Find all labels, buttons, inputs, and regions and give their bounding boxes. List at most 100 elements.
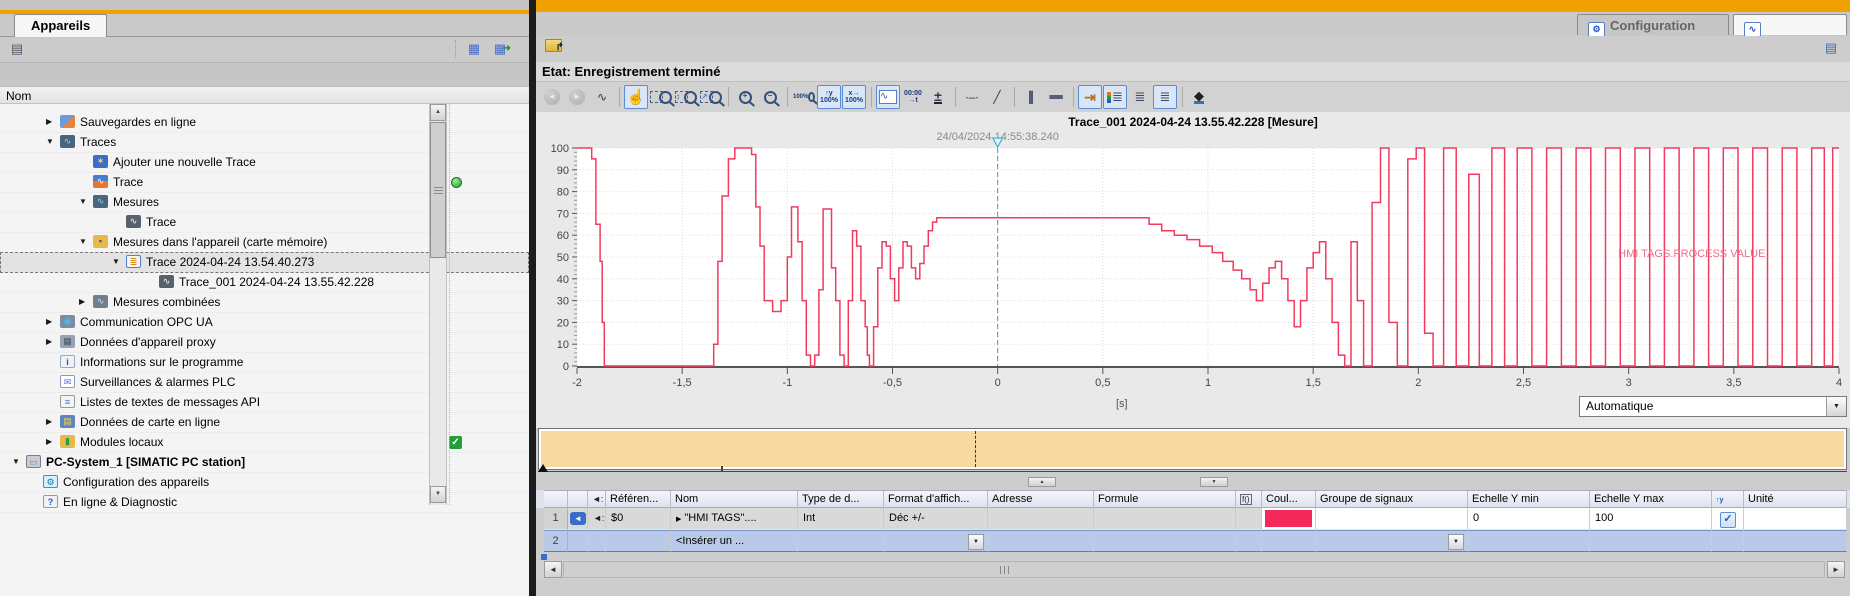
cell-num[interactable]: 1 (544, 508, 568, 530)
column-header-num[interactable] (544, 490, 568, 508)
expander-closed-icon[interactable]: ▶ (46, 117, 52, 126)
back-button[interactable]: ◄ (540, 85, 564, 109)
panel-divider[interactable] (529, 0, 536, 596)
chart-cursor-button[interactable]: ∿ (590, 85, 614, 109)
table-horizontal-scrollbar[interactable]: ◄ ► (536, 560, 1850, 579)
autoscale-checkbox[interactable]: ✓ (1720, 512, 1736, 528)
expander-open-icon[interactable]: ▼ (12, 457, 20, 466)
trace-overview-bar[interactable] (538, 428, 1847, 470)
samples-display-button[interactable]: ∙–∙ (960, 85, 984, 109)
expander-closed-icon[interactable]: ▶ (46, 437, 52, 446)
expander-open-icon[interactable]: ▼ (112, 257, 120, 266)
expander-closed-icon[interactable]: ▶ (46, 337, 52, 346)
legend-align-left-button[interactable]: ≣ (1128, 85, 1152, 109)
cell-ymin[interactable]: 0 (1468, 508, 1590, 530)
cell-num[interactable]: 2 (544, 530, 568, 552)
signal-color-swatch[interactable] (1265, 510, 1312, 527)
trace-plot[interactable]: 0102030405060708090100-2-1,5-1-0,500,511… (536, 136, 1850, 394)
cell-ymax[interactable] (1590, 530, 1712, 552)
cell-spk[interactable]: ◄: (588, 508, 606, 530)
legend-position-button[interactable]: ⇥ (1078, 85, 1102, 109)
cell-fx[interactable] (1236, 530, 1262, 552)
column-header-groupe[interactable]: Groupe de signaux (1316, 490, 1468, 508)
column-header-formule[interactable]: Formule (1094, 490, 1236, 508)
signal-overview-button[interactable]: ∿ (876, 85, 900, 109)
table-row-1[interactable]: 1◄◄:$0▶"HMI TAGS"....IntDéc +/-0100✓ (536, 508, 1850, 530)
column-header-ref[interactable]: Référen... (606, 490, 671, 508)
scroll-left-button[interactable]: ◄ (544, 561, 562, 578)
scrollbar-track[interactable] (563, 561, 1825, 578)
legend-align-right-button[interactable]: ≣ (1153, 85, 1177, 109)
panel-settings-icon[interactable]: ▤ (1820, 37, 1842, 59)
table-row-2[interactable]: 2 <Insérer un ... ▼ ▼ (536, 530, 1850, 552)
splitter-up-button[interactable]: ▲ (1028, 477, 1056, 487)
cell-chk[interactable]: ✓ (1712, 508, 1744, 530)
time-reference-button[interactable]: 00:00→t (901, 85, 925, 109)
cell-adresse[interactable] (988, 530, 1094, 552)
column-header-ymax[interactable]: Echelle Y max (1590, 490, 1712, 508)
overview-start-marker[interactable] (538, 464, 548, 472)
pan-button[interactable]: ☝ (624, 85, 648, 109)
cell-nom[interactable]: <Insérer un ... (671, 530, 798, 552)
cell-ref[interactable] (606, 530, 671, 552)
zoom-area-button[interactable] (649, 85, 673, 109)
cell-tag[interactable] (568, 530, 588, 552)
column-header-type[interactable]: Type de d... (798, 490, 884, 508)
cell-groupe[interactable] (1316, 508, 1468, 530)
splitter-down-button[interactable]: ▼ (1200, 477, 1228, 487)
zoom-100-button[interactable]: 100% (792, 85, 816, 109)
tab-configuration[interactable]: ⚙Configuration (1577, 14, 1729, 35)
cell-spk[interactable] (588, 530, 606, 552)
time-offset-button[interactable]: ± (926, 85, 950, 109)
tree-vertical-scrollbar[interactable]: ▲ ▼ (429, 104, 447, 505)
column-header-ymin[interactable]: Echelle Y min (1468, 490, 1590, 508)
cell-unite[interactable] (1744, 530, 1847, 552)
scale-y-100-button[interactable]: ↑y100% (817, 85, 841, 109)
chevron-down-icon[interactable]: ▼ (1826, 397, 1846, 416)
legend-list-button[interactable]: ≣ (1103, 85, 1127, 109)
column-header-unite[interactable]: Unité (1744, 490, 1847, 508)
cell-format[interactable]: ▼ (884, 530, 988, 552)
cell-formule[interactable] (1094, 530, 1236, 552)
zoom-in-button[interactable]: + (733, 85, 757, 109)
chevron-down-icon[interactable]: ▼ (1448, 534, 1464, 550)
background-color-button[interactable]: ◆ (1187, 85, 1211, 109)
column-header-tag[interactable] (568, 490, 588, 508)
cursor-marker-icon[interactable] (993, 138, 1003, 147)
export-table-icon[interactable]: ▦➜ (489, 38, 511, 60)
export-measurement-icon[interactable]: ↱ (542, 37, 564, 59)
table-view-icon[interactable]: ▦ (463, 38, 485, 60)
tree-column-header-nom[interactable]: Nom (0, 86, 529, 104)
interpolation-button[interactable]: ╱ (985, 85, 1009, 109)
cell-coul[interactable] (1262, 508, 1316, 530)
expander-closed-icon[interactable]: ▶ (46, 317, 52, 326)
cell-type[interactable]: Int (798, 508, 884, 530)
zoom-y-area-button[interactable]: ↕ (674, 85, 698, 109)
scroll-up-button[interactable]: ▲ (430, 104, 446, 121)
cell-ymin[interactable] (1468, 530, 1590, 552)
cell-ymax[interactable]: 100 (1590, 508, 1712, 530)
tab-diagramme[interactable]: ∿Diagramme (1733, 14, 1847, 35)
cell-unite[interactable] (1744, 508, 1847, 530)
tab-appareils[interactable]: Appareils (14, 14, 107, 37)
cell-formule[interactable] (1094, 508, 1236, 530)
column-header-nom[interactable]: Nom (671, 490, 798, 508)
column-header-spk[interactable]: ◄: (588, 490, 606, 508)
cell-nom[interactable]: ▶"HMI TAGS".... (671, 508, 798, 530)
column-header-coul[interactable]: Coul... (1262, 490, 1316, 508)
cell-ref[interactable]: $0 (606, 508, 671, 530)
vertical-measure-button[interactable]: ∥ (1019, 85, 1043, 109)
cell-adresse[interactable] (988, 508, 1094, 530)
cell-format[interactable]: Déc +/- (884, 508, 988, 530)
cell-chk[interactable] (1712, 530, 1744, 552)
cell-groupe[interactable]: ▼ (1316, 530, 1468, 552)
scroll-down-button[interactable]: ▼ (430, 486, 446, 503)
expander-closed-icon[interactable]: ▶ (79, 297, 85, 306)
time-axis-mode-select[interactable]: Automatique ▼ (1579, 396, 1847, 417)
zoom-free-area-button[interactable]: ↗ (699, 85, 723, 109)
overview-cursor-line[interactable] (975, 431, 976, 467)
column-header-fx[interactable]: f() (1236, 490, 1262, 508)
forward-button[interactable]: ► (565, 85, 589, 109)
column-header-adresse[interactable]: Adresse (988, 490, 1094, 508)
cell-fx[interactable] (1236, 508, 1262, 530)
